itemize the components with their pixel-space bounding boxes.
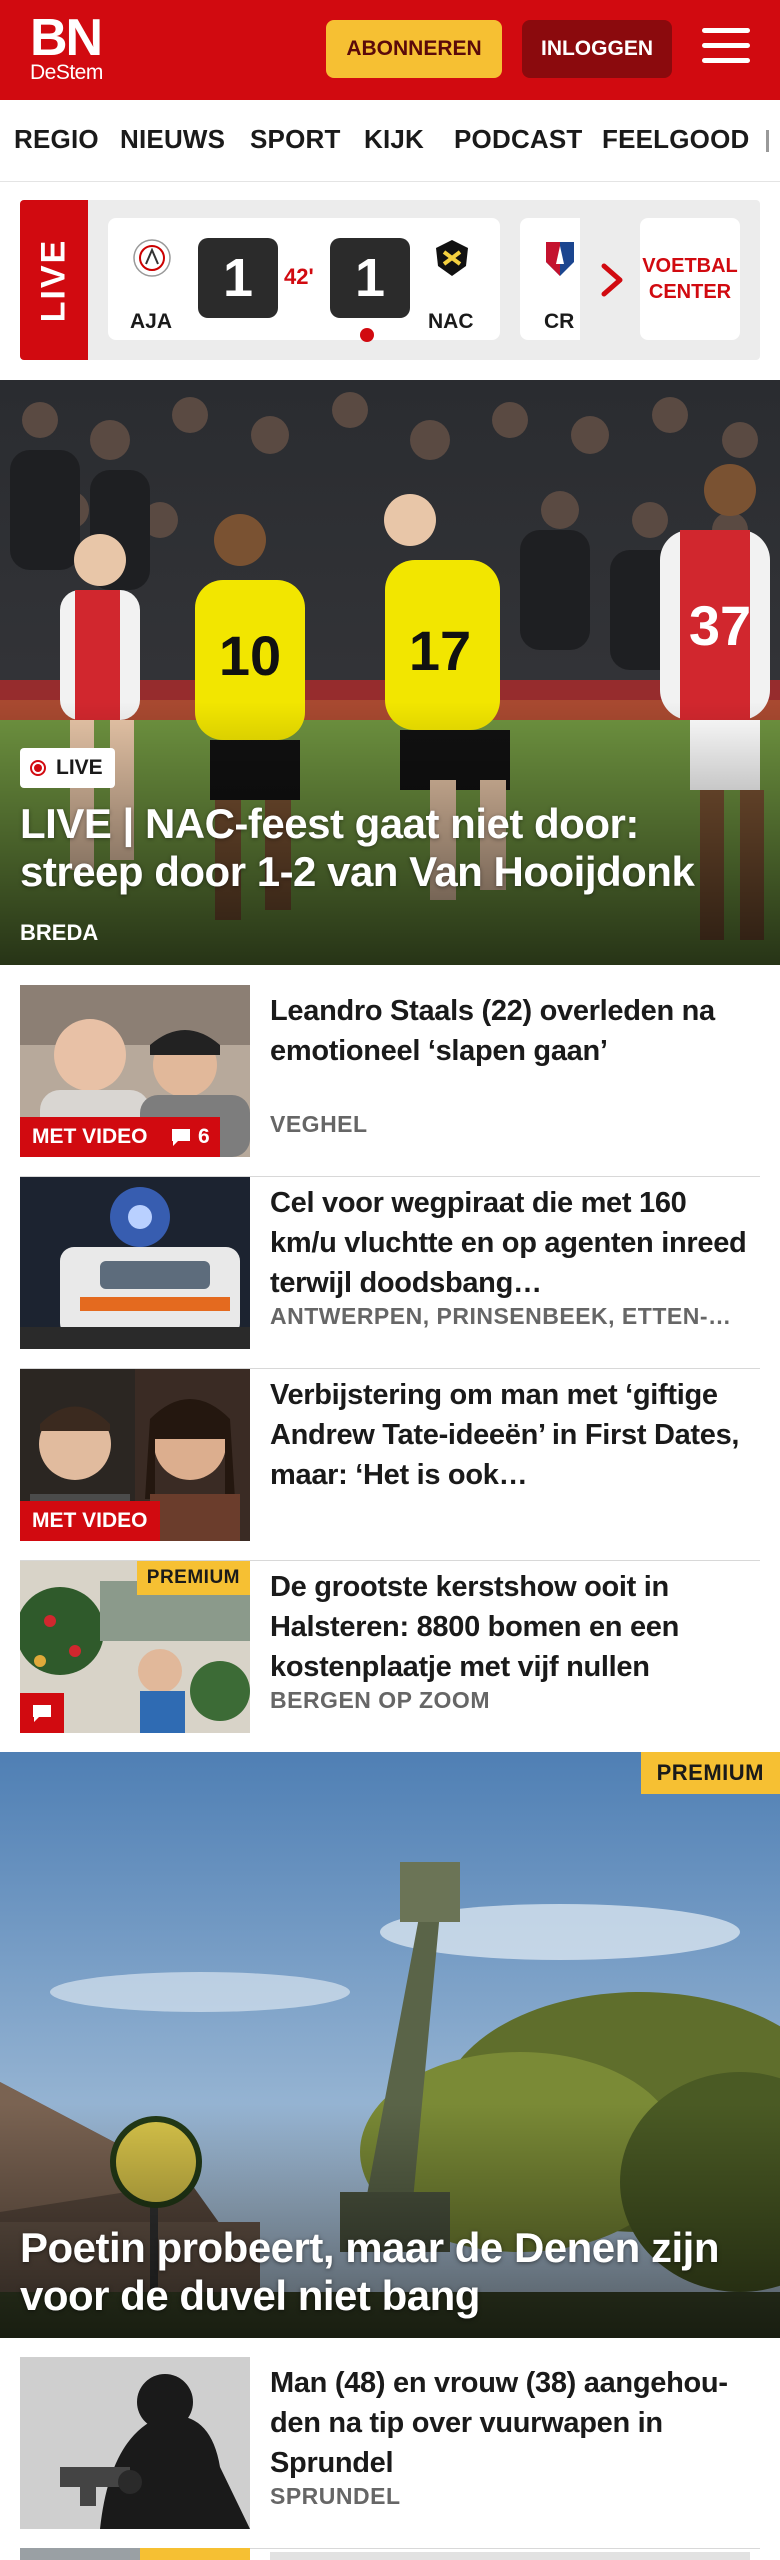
nac-crest-icon — [436, 240, 468, 276]
site-logo[interactable]: BN DeStem — [30, 9, 103, 84]
subscribe-button[interactable]: ABONNEREN — [326, 20, 502, 78]
voetbal-center-link[interactable]: VOETBAL CENTER — [640, 218, 740, 340]
article-thumbnail: PREMIUM — [20, 1561, 250, 1733]
site-header: BN DeStem ABONNEREN INLOGGEN — [0, 0, 780, 100]
hero-location: BREDA — [20, 920, 99, 945]
match-minute: 42' — [284, 264, 314, 289]
category-nav: REGIO NIEUWS SPORT KIJK PODCAST FEELGOOD — [0, 100, 780, 182]
nav-overflow-indicator — [766, 130, 769, 152]
comment-icon — [172, 1129, 190, 1146]
away-team-name: NAC — [428, 310, 474, 333]
home-score: 1 — [198, 238, 278, 318]
list-item[interactable] — [20, 2548, 760, 2560]
nav-item-sport[interactable]: SPORT — [250, 124, 341, 155]
nav-item-nieuws[interactable]: NIEUWS — [120, 124, 225, 155]
comment-badge: 6 — [160, 1117, 220, 1157]
logo-subtitle: DeStem — [30, 61, 103, 84]
article-image — [20, 2357, 250, 2529]
article-thumbnail: MET VIDEO — [20, 1369, 250, 1541]
voetbal-center-line2: CENTER — [648, 281, 732, 303]
hero-title[interactable]: LIVE | NAC-feest gaat niet door: streep … — [20, 800, 765, 896]
live-scores-bar: LIVE AJA 1 42' 1 NAC CR VOETBAL CENTER — [20, 200, 760, 360]
article-location: SPRUNDEL — [270, 2483, 401, 2509]
article-thumbnail — [20, 2357, 250, 2529]
article-title[interactable]: De grootste kerstshow ooit in Halsteren:… — [270, 1567, 760, 1687]
live-dot-icon — [30, 760, 46, 776]
nav-item-regio[interactable]: REGIO — [14, 124, 99, 155]
video-badge: MET VIDEO — [20, 1501, 160, 1541]
list-item[interactable]: PREMIUM De grootste kerstshow ooit in Ha… — [20, 1561, 760, 1753]
next-match-card[interactable]: CR — [520, 218, 580, 340]
premium-badge — [140, 2548, 250, 2560]
home-team-name: AJA — [130, 310, 173, 333]
hamburger-menu-icon[interactable] — [702, 28, 750, 70]
nav-item-feelgood[interactable]: FEELGOOD — [602, 124, 750, 155]
list-item[interactable]: Cel voor wegpiraat die met 160 km/u vluc… — [20, 1177, 760, 1369]
comment-badge — [20, 1693, 64, 1733]
article-location: ANTWERPEN, PRINSENBEEK, ETTEN-… — [270, 1303, 732, 1329]
video-badge: MET VIDEO — [20, 1117, 160, 1157]
ajax-crest-icon — [133, 239, 171, 277]
live-indicator-dot — [360, 328, 374, 342]
article-location: VEGHEL — [270, 1111, 368, 1137]
list-item[interactable]: Man (48) en vrouw (38) aangehou-den na t… — [20, 2357, 760, 2549]
live-tag-label: LIVE — [34, 238, 73, 322]
article-location: BERGEN OP ZOOM — [270, 1687, 490, 1713]
comment-icon — [33, 1705, 51, 1722]
comment-count: 6 — [198, 1125, 210, 1148]
featured-article[interactable]: PREMIUM Poetin probeert, maar de Denen z… — [0, 1752, 780, 2338]
premium-badge: PREMIUM — [640, 1752, 780, 1794]
login-button[interactable]: INLOGGEN — [522, 20, 672, 78]
article-image — [20, 1177, 250, 1349]
live-tag: LIVE — [20, 200, 88, 360]
article-title[interactable]: Cel voor wegpiraat die met 160 km/u vluc… — [270, 1183, 760, 1303]
hero-live-badge: LIVE — [20, 748, 115, 788]
article-thumbnail — [20, 1177, 250, 1349]
hero-live-label: LIVE — [56, 756, 103, 779]
article-title[interactable]: Leandro Staals (22) overleden na emotion… — [270, 991, 760, 1071]
nav-item-kijk[interactable]: KIJK — [364, 124, 424, 155]
next-match-team: CR — [544, 310, 575, 333]
crystal-palace-crest-icon — [546, 242, 574, 276]
voetbal-center-line1: VOETBAL — [642, 255, 738, 277]
nav-item-podcast[interactable]: PODCAST — [454, 124, 583, 155]
hero-article[interactable]: 10 17 37 LIVE LIVE | NAC-feest gaat niet… — [0, 380, 780, 965]
list-item[interactable]: MET VIDEO Verbijstering om man met ‘gift… — [20, 1369, 760, 1561]
list-item[interactable]: MET VIDEO 6 Leandro Staals (22) overlede… — [20, 985, 760, 1177]
premium-badge: PREMIUM — [136, 1561, 250, 1595]
away-score: 1 — [330, 238, 410, 318]
featured-title[interactable]: Poetin probeert, maar de Denen zijn voor… — [20, 2224, 765, 2320]
article-thumbnail: MET VIDEO 6 — [20, 985, 250, 1157]
chevron-right-icon[interactable] — [592, 260, 632, 300]
live-match-card[interactable]: AJA 1 42' 1 NAC — [108, 218, 500, 342]
article-title[interactable]: Man (48) en vrouw (38) aangehou-den na t… — [270, 2363, 760, 2483]
article-title — [270, 2552, 750, 2560]
article-title[interactable]: Verbijstering om man met ‘giftige Andrew… — [270, 1375, 760, 1495]
logo-mark: BN — [30, 9, 103, 67]
